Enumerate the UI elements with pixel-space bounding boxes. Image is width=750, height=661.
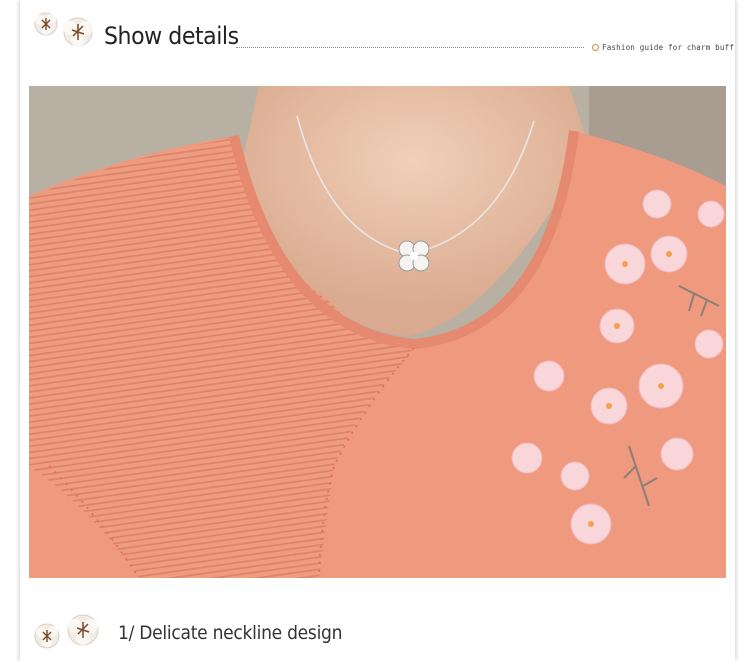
- circle-bullet-icon: [592, 44, 599, 51]
- tagline: Fashion guide for charm buff: [602, 43, 735, 52]
- sweater-neckline-image: [29, 86, 726, 578]
- section-title: Show details: [104, 22, 239, 50]
- product-photo: [29, 86, 726, 578]
- cotton-flower-icon: [34, 12, 93, 47]
- cotton-flower-icon: [34, 614, 99, 649]
- title-divider: [236, 47, 584, 48]
- feature-caption: 1/ Delicate neckline design: [118, 622, 343, 644]
